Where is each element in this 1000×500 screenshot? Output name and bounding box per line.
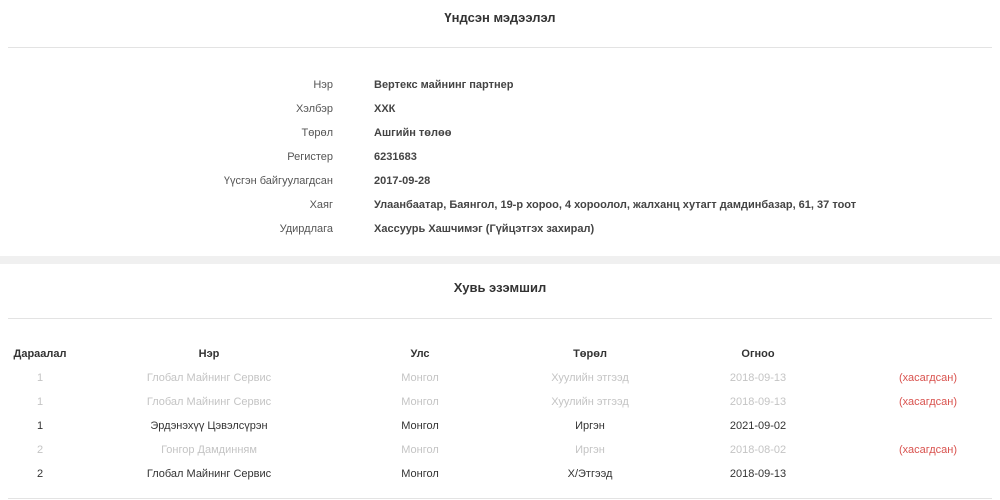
table-row: 1 Глобал Майнинг Сервис Монгол Хуулийн э…: [0, 372, 1000, 392]
cell-order: 2: [36, 444, 44, 456]
ownership-title: Хувь эзэмшил: [453, 280, 547, 295]
cell-date: 2018-09-13: [729, 468, 787, 480]
table-row: 1 Глобал Майнинг Сервис Монгол Хуулийн э…: [0, 396, 1000, 416]
cell-name: Эрдэнэхүү Цэвэлсүрэн: [150, 420, 268, 432]
field-label: Нэр: [313, 79, 333, 91]
column-header-date: Огноо: [741, 348, 775, 360]
field-label: Үүсгэн байгуулагдсан: [223, 175, 333, 187]
cell-type: Хуулийн этгээд: [551, 372, 629, 384]
field-form: Хэлбэр ХХК: [0, 103, 1000, 123]
cell-type: Хуулийн этгээд: [551, 396, 629, 408]
field-label: Төрөл: [301, 127, 334, 139]
cell-date: 2018-09-13: [729, 396, 787, 408]
cell-country: Монгол: [401, 396, 439, 408]
field-value: 6231683: [374, 151, 417, 163]
cell-type: Иргэн: [575, 444, 605, 456]
cell-date: 2018-08-02: [729, 444, 787, 456]
cell-date: 2018-09-13: [729, 372, 787, 384]
field-label: Хаяг: [309, 199, 333, 211]
column-header-type: Төрөл: [573, 348, 607, 360]
table-row: 2 Гонгор Дамдинням Монгол Иргэн 2018-08-…: [0, 444, 1000, 464]
cell-order: 1: [36, 420, 44, 432]
column-header-order: Дараалал: [13, 348, 67, 360]
cell-name: Глобал Майнинг Сервис: [146, 468, 272, 480]
status-removed: (хасагдсан): [898, 372, 958, 384]
field-label: Удирдлага: [279, 223, 333, 235]
field-address: Хаяг Улаанбаатар, Баянгол, 19-р хороо, 4…: [0, 199, 1000, 219]
status-removed: (хасагдсан): [898, 444, 958, 456]
table-row: 1 Эрдэнэхүү Цэвэлсүрэн Монгол Иргэн 2021…: [0, 420, 1000, 440]
table-row: 2 Глобал Майнинг Сервис Монгол Х/Этгээд …: [0, 468, 1000, 488]
status-removed: (хасагдсан): [898, 396, 958, 408]
field-name: Нэр Вертекс майнинг партнер: [0, 79, 1000, 99]
field-value: Вертекс майнинг партнер: [374, 79, 514, 91]
field-type: Төрөл Ашгийн төлөө: [0, 127, 1000, 147]
cell-name: Глобал Майнинг Сервис: [146, 372, 272, 384]
cell-order: 2: [36, 468, 44, 480]
cell-type: Х/Этгээд: [567, 468, 613, 480]
basic-info-title: Үндсэн мэдээлэл: [444, 10, 556, 25]
divider: [8, 498, 992, 499]
cell-date: 2021-09-02: [729, 420, 787, 432]
field-label: Хэлбэр: [295, 103, 333, 115]
field-value: Хассуурь Хашчимэг (Гүйцэтгэх захирал): [374, 223, 595, 235]
field-founded: Үүсгэн байгуулагдсан 2017-09-28: [0, 175, 1000, 195]
field-register: Регистер 6231683: [0, 151, 1000, 171]
cell-name: Глобал Майнинг Сервис: [146, 396, 272, 408]
field-management: Удирдлага Хассуурь Хашчимэг (Гүйцэтгэх з…: [0, 223, 1000, 243]
field-value: Улаанбаатар, Баянгол, 19-р хороо, 4 хоро…: [374, 199, 857, 211]
divider: [8, 47, 992, 48]
cell-country: Монгол: [401, 372, 439, 384]
column-header-country: Улс: [410, 348, 430, 360]
field-value: ХХК: [374, 103, 396, 115]
cell-country: Монгол: [401, 444, 439, 456]
divider: [8, 318, 992, 319]
field-label: Регистер: [287, 151, 333, 163]
field-value: 2017-09-28: [374, 175, 431, 187]
cell-name: Гонгор Дамдинням: [161, 444, 257, 456]
field-value: Ашгийн төлөө: [374, 127, 452, 139]
cell-country: Монгол: [401, 420, 439, 432]
cell-country: Монгол: [401, 468, 439, 480]
cell-type: Иргэн: [575, 420, 605, 432]
cell-order: 1: [36, 396, 44, 408]
cell-order: 1: [36, 372, 44, 384]
column-header-name: Нэр: [198, 348, 220, 360]
